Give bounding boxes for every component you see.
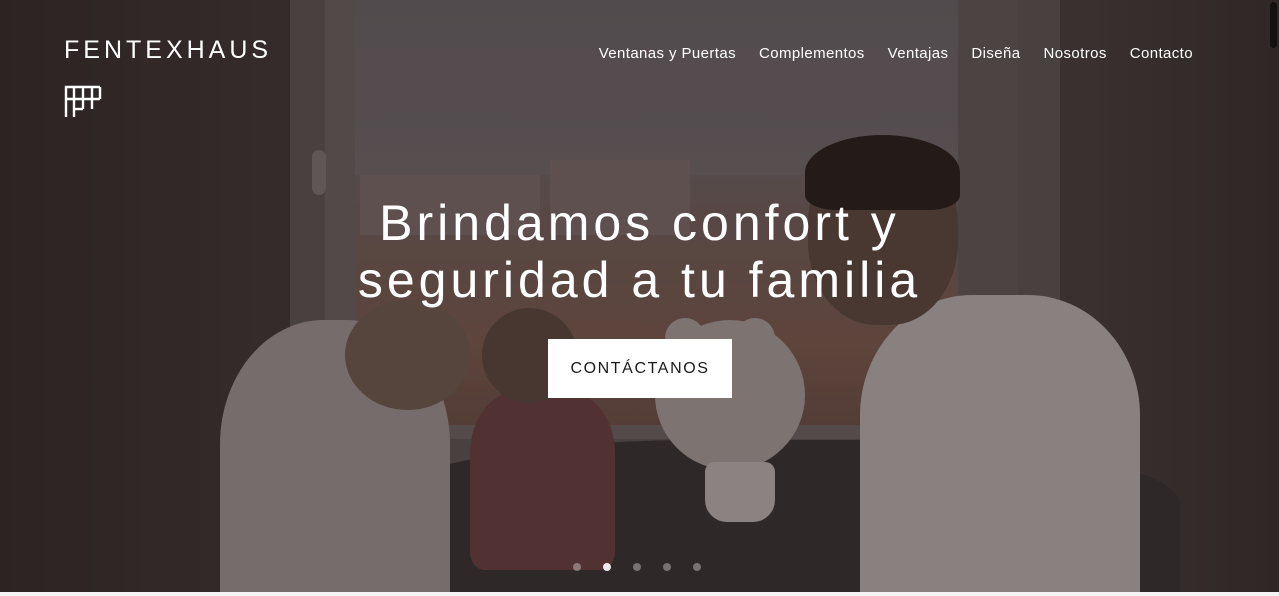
fentexhaus-logo-icon [64,85,102,117]
nav-ventanas-y-puertas[interactable]: Ventanas y Puertas [599,45,736,62]
hero-section: FENTEXHAUS Ventanas y Puertas Complement… [0,0,1279,596]
nav-ventajas[interactable]: Ventajas [888,45,949,62]
slider-dot-5[interactable] [693,563,701,571]
main-navigation: Ventanas y Puertas Complementos Ventajas… [599,45,1193,62]
slider-dot-4[interactable] [663,563,671,571]
slider-pagination [573,563,701,571]
hero-headline-line1: Brindamos confort y [379,195,900,251]
hero-headline: Brindamos confort y seguridad a tu famil… [0,195,1279,309]
page-bottom-edge [0,592,1279,596]
contact-cta-button[interactable]: CONTÁCTANOS [548,339,732,398]
nav-disena[interactable]: Diseña [971,45,1020,62]
hero-headline-line2: seguridad a tu familia [357,252,922,308]
slider-dot-1[interactable] [573,563,581,571]
nav-nosotros[interactable]: Nosotros [1044,45,1107,62]
slider-dot-2[interactable] [603,563,611,571]
nav-complementos[interactable]: Complementos [759,45,865,62]
brand-logo[interactable]: FENTEXHAUS [64,36,273,117]
slider-dot-3[interactable] [633,563,641,571]
brand-name: FENTEXHAUS [64,36,273,64]
page-scrollbar[interactable] [1270,2,1277,48]
nav-contacto[interactable]: Contacto [1130,45,1193,62]
